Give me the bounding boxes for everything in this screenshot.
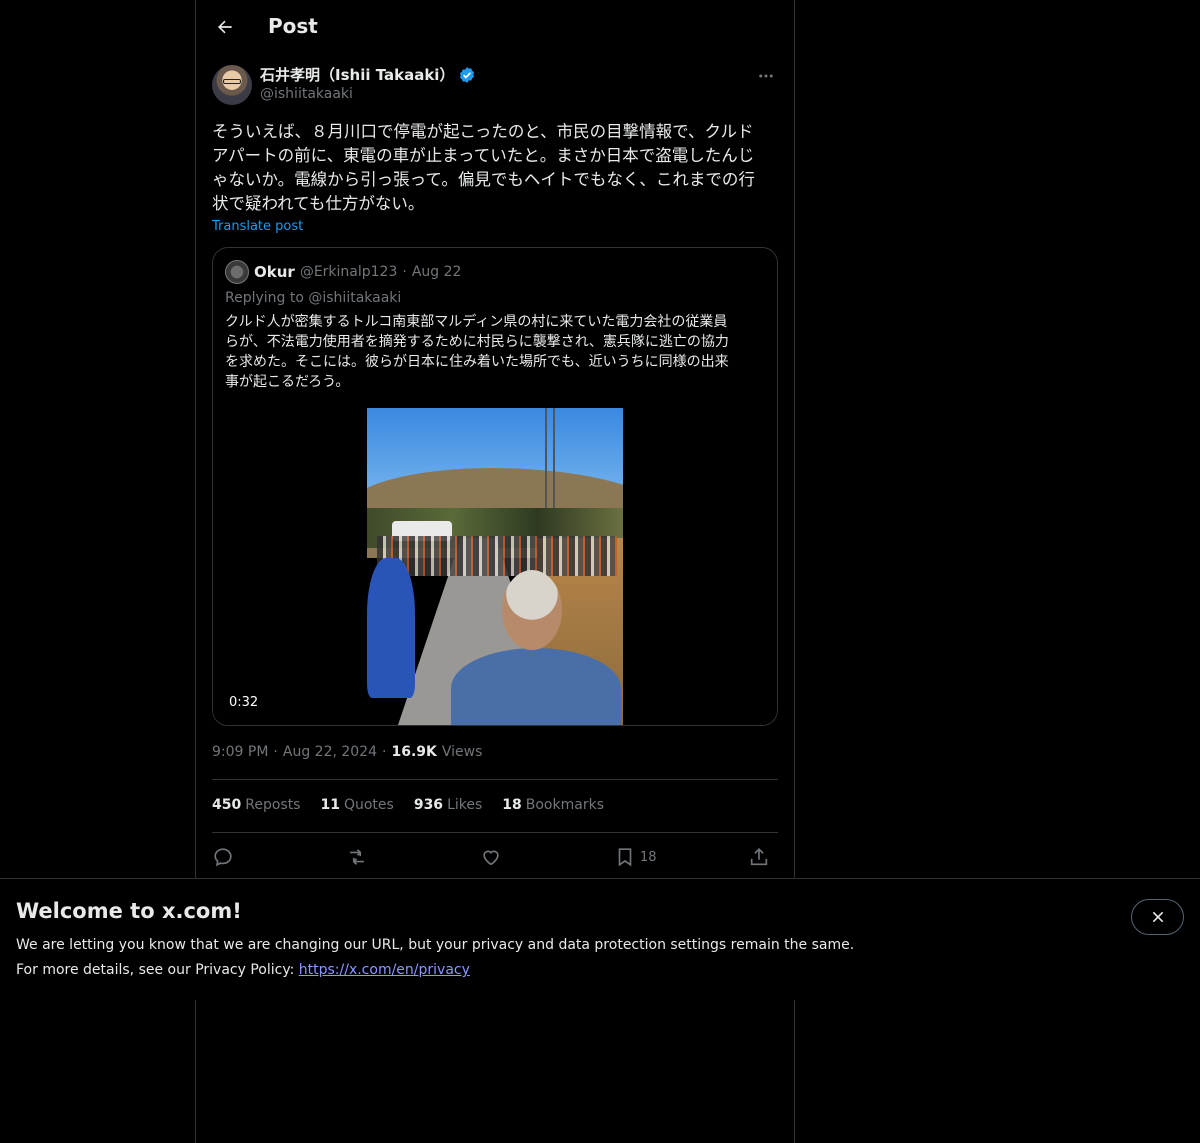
repost-button[interactable]	[346, 843, 368, 871]
quoted-date: Aug 22	[411, 264, 462, 280]
banner-privacy-line: For more details, see our Privacy Policy…	[16, 962, 470, 978]
verified-badge-icon	[458, 66, 476, 84]
quoted-post[interactable]: Okur @Erkinalp123 · Aug 22 Replying to @…	[212, 247, 778, 726]
views-count: 16.9K	[391, 744, 437, 760]
replying-to: Replying to @ishiitakaaki	[225, 290, 402, 306]
post-author: 石井孝明（Ishii Takaaki） @ishiitakaaki	[212, 64, 778, 108]
stat-quotes[interactable]: 11 Quotes	[320, 797, 393, 813]
author-handle[interactable]: @ishiitakaaki	[260, 86, 353, 102]
stat-count: 450	[212, 797, 242, 813]
privacy-policy-link[interactable]: https://x.com/en/privacy	[299, 962, 470, 978]
divider	[212, 779, 778, 780]
translate-post-link[interactable]: Translate post	[212, 219, 303, 234]
avatar[interactable]	[212, 65, 252, 105]
arrow-left-icon	[218, 20, 232, 34]
banner-title: Welcome to x.com!	[16, 899, 242, 923]
share-button[interactable]	[748, 843, 770, 871]
meta-separator: ·	[382, 744, 387, 760]
banner-message: We are letting you know that we are chan…	[16, 937, 855, 953]
video-thumbnail	[367, 408, 623, 725]
video-duration: 0:32	[225, 694, 263, 711]
close-banner-button[interactable]	[1131, 899, 1184, 935]
stat-reposts[interactable]: 450 Reposts	[212, 797, 300, 813]
share-icon	[750, 848, 768, 866]
repost-icon	[350, 849, 364, 865]
more-options-button[interactable]	[754, 64, 778, 88]
quoted-post-header: Okur @Erkinalp123 · Aug 22	[225, 260, 461, 284]
stat-count: 18	[502, 797, 522, 813]
quoted-author-handle: @Erkinalp123	[299, 264, 398, 280]
post-text: そういえば、８月川口で停電が起こったのと、市民の目撃情報で、クルド アパートの前…	[212, 122, 755, 213]
bookmark-count: 18	[640, 849, 657, 865]
back-button[interactable]	[208, 10, 242, 44]
stat-label: Reposts	[245, 797, 301, 813]
reply-button[interactable]	[212, 843, 234, 871]
post-time[interactable]: 9:09 PM	[212, 744, 268, 760]
page-title: Post	[268, 14, 318, 38]
video-player[interactable]: 0:32	[213, 408, 777, 725]
quoted-avatar	[225, 260, 249, 284]
close-icon	[1152, 911, 1163, 923]
like-button[interactable]	[480, 843, 502, 871]
stat-label: Quotes	[343, 797, 394, 813]
stat-count: 11	[320, 797, 340, 813]
bookmark-icon	[618, 848, 632, 867]
welcome-banner: Welcome to x.com! We are letting you kno…	[0, 878, 1200, 1000]
quoted-author-name: Okur	[254, 263, 295, 281]
reply-icon	[214, 848, 232, 867]
quoted-post-text: クルド人が密集するトルコ南東部マルディン県の村に来ていた電力会社の従業員 らが、…	[225, 314, 729, 390]
bookmark-button[interactable]: 18	[614, 843, 657, 871]
meta-separator: ·	[273, 744, 278, 760]
banner-privacy-prefix: For more details, see our Privacy Policy…	[16, 962, 299, 978]
heart-icon	[483, 850, 499, 866]
stat-label: Likes	[447, 797, 483, 813]
post-header: Post	[196, 0, 794, 54]
stat-label: Bookmarks	[525, 797, 604, 813]
author-name[interactable]: 石井孝明（Ishii Takaaki）	[260, 64, 454, 85]
post-stats: 450 Reposts 11 Quotes 936 Likes 18 Bookm…	[212, 797, 604, 813]
post-meta: 9:09 PM · Aug 22, 2024 · 16.9K Views	[212, 744, 482, 760]
action-bar: 18	[212, 843, 778, 871]
divider	[212, 832, 778, 833]
stat-likes[interactable]: 936 Likes	[414, 797, 482, 813]
views-label: Views	[441, 744, 483, 760]
more-horizontal-icon	[759, 74, 773, 78]
post-date[interactable]: Aug 22, 2024	[283, 744, 377, 760]
separator-dot: ·	[402, 264, 407, 280]
stat-count: 936	[413, 797, 444, 813]
stat-bookmarks[interactable]: 18 Bookmarks	[502, 797, 604, 813]
author-name-row: 石井孝明（Ishii Takaaki）	[260, 64, 476, 85]
